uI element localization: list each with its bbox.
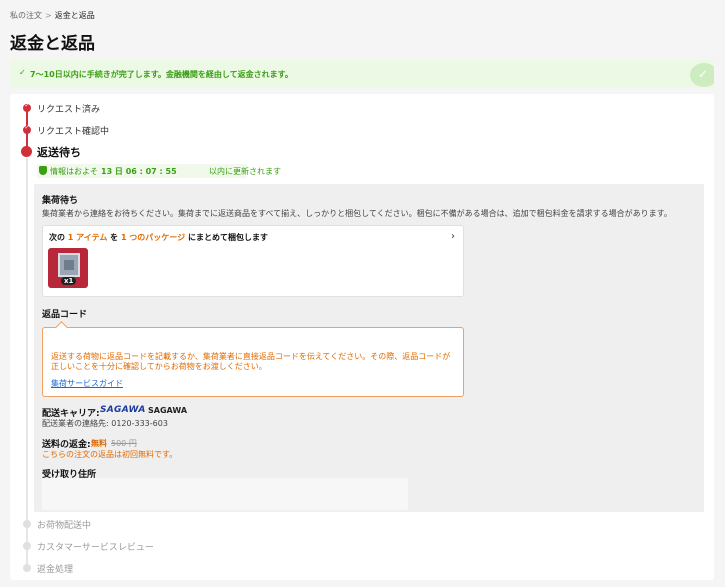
step-refund: 返金処理 [37, 565, 74, 575]
step-done-icon [23, 102, 31, 112]
carrier-name: SAGAWA [148, 406, 188, 415]
shield-check-icon [690, 63, 714, 87]
breadcrumb-my-orders[interactable]: 私の注文 [10, 11, 42, 20]
step-cs-review: カスタマーサービスレビュー [37, 543, 154, 553]
return-code-title: 返品コード [42, 310, 88, 320]
address-box [42, 478, 408, 510]
step-reviewing: リクエスト確認中 [37, 127, 110, 137]
step-done-icon [23, 124, 31, 134]
pickup-guide-link[interactable]: 集荷サービスガイド [51, 378, 123, 389]
pickup-title: 集荷待ち [42, 196, 79, 206]
return-code-box: 返送する荷物に返品コードを記載するか、集荷業者に直接返品コードを伝えてください。… [42, 327, 464, 397]
breadcrumb: 私の注文 > 返金と返品 [10, 10, 95, 21]
timeline-pending-line [26, 158, 28, 568]
update-countdown: 情報はおよそ 13 日 06 : 07 : 55 以内に更新されます [37, 164, 281, 178]
carrier-contact: 配送業者の連絡先: 0120-333-603 [42, 419, 168, 428]
step-in-transit: お荷物配送中 [37, 521, 92, 531]
shipping-refund-value: 無料 [91, 439, 107, 448]
notice-text: 7〜10日以内に手続きが完了します。金融機関を経由して返金されます。 [30, 70, 293, 79]
pickup-description: 集荷業者から連絡をお待ちください。集荷までに返送商品をすべて揃え、しっかりと梱包… [42, 209, 672, 218]
check-icon: ✓ [19, 68, 26, 77]
step-pending-icon [23, 520, 31, 528]
completion-notice: ✓ 7〜10日以内に手続きが完了します。金融機関を経由して返金されます。 [10, 60, 714, 88]
item-quantity: x1 [61, 277, 77, 285]
update-prefix: 情報はおよそ [50, 167, 98, 176]
step-requested: リクエスト済み [37, 105, 101, 115]
shipping-refund-note: こちらの注文の返品は初回無料です。 [42, 450, 178, 459]
step-active-icon [21, 146, 32, 157]
product-thumbnail[interactable]: x1 [48, 248, 88, 288]
step-pending-icon [23, 564, 31, 572]
sagawa-logo: SAGAWA [100, 405, 146, 415]
update-time: 13 日 06 : 07 : 55 [101, 167, 177, 176]
return-code-message: 返送する荷物に返品コードを記載するか、集荷業者に直接返品コードを伝えてください。… [51, 352, 451, 371]
page-title: 返金と返品 [10, 34, 95, 54]
breadcrumb-current: 返金と返品 [54, 11, 95, 20]
chevron-right-icon[interactable]: › [451, 231, 455, 242]
shipping-original-price: 500 円 [111, 439, 137, 448]
breadcrumb-separator: > [45, 11, 52, 20]
update-suffix: 以内に更新されます [209, 167, 281, 176]
package-summary[interactable]: 次の 1 アイテム を 1 つのパッケージ にまとめて梱包します › x1 [42, 225, 464, 297]
step-pending-icon [23, 542, 31, 550]
step-awaiting-return: 返送待ち [37, 146, 81, 159]
shield-icon [39, 166, 47, 175]
package-heading: 次の 1 アイテム を 1 つのパッケージ にまとめて梱包します [49, 233, 268, 242]
